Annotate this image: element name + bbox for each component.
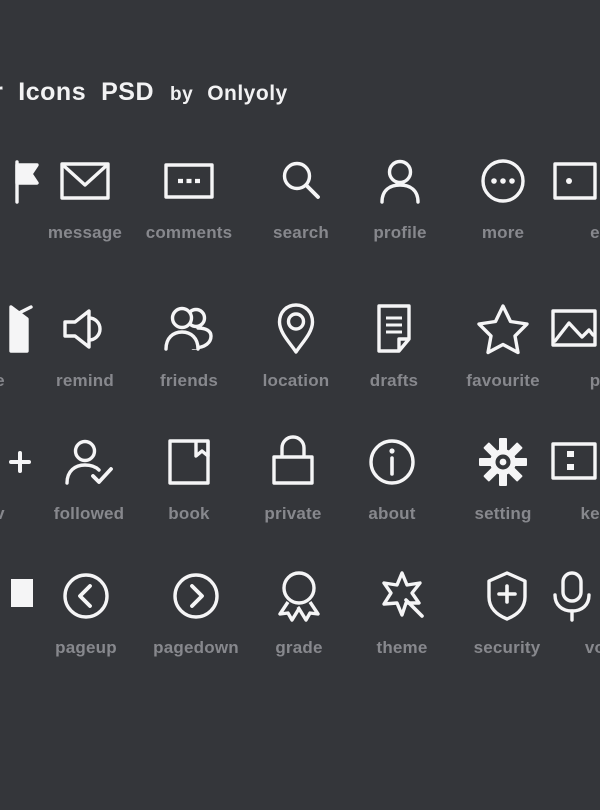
friends-icon bbox=[134, 298, 244, 360]
icon-label: friends bbox=[159, 371, 219, 390]
icon-label: pageup bbox=[55, 638, 117, 657]
icon-cell-comments[interactable]: comments bbox=[134, 150, 244, 243]
icon-cell-private[interactable]: private bbox=[238, 431, 348, 524]
icon-label: vo bbox=[584, 638, 600, 657]
icon-cell-theme[interactable]: theme bbox=[347, 565, 457, 658]
icon-label: pagedown bbox=[153, 638, 239, 657]
icon-label: key bbox=[580, 504, 600, 523]
icon-row: v followed bbox=[0, 431, 600, 566]
icon-row: pageup pagedown grade theme security vo bbox=[0, 565, 600, 700]
icon-cell-drafts[interactable]: drafts bbox=[339, 298, 449, 391]
icon-label: grade bbox=[275, 638, 323, 657]
icon-grid: message comments search profile more e r… bbox=[0, 150, 600, 695]
icon-cell-voice[interactable]: vo bbox=[540, 565, 600, 658]
icon-label: drafts bbox=[369, 371, 419, 390]
icon-cell-profile[interactable]: profile bbox=[345, 150, 455, 243]
icon-cell-pageup[interactable]: pageup bbox=[31, 565, 141, 658]
icon-label: theme bbox=[376, 638, 428, 657]
lock-icon bbox=[238, 431, 348, 493]
picture-icon bbox=[540, 298, 600, 360]
search-icon bbox=[246, 150, 356, 212]
keyboard-icon bbox=[540, 431, 600, 493]
icon-cell-friends[interactable]: friends bbox=[134, 298, 244, 391]
magic-wand-icon bbox=[347, 565, 457, 627]
icon-label: search bbox=[272, 223, 330, 242]
info-circle-icon bbox=[337, 431, 447, 493]
person-check-icon bbox=[34, 431, 144, 493]
profile-icon bbox=[345, 150, 455, 212]
icon-cell-followed[interactable]: followed bbox=[34, 431, 144, 524]
book-icon bbox=[134, 431, 244, 493]
icon-label: remind bbox=[56, 371, 114, 390]
page-title: ulair Icons PSD by Onlyoly bbox=[0, 78, 600, 118]
icon-cell-picture[interactable]: p bbox=[540, 298, 600, 391]
title-word-psd: PSD bbox=[101, 78, 154, 106]
location-pin-icon bbox=[241, 298, 351, 360]
icon-cell-message[interactable]: message bbox=[30, 150, 140, 243]
title-word-by: by bbox=[170, 84, 194, 105]
icon-label: message bbox=[47, 223, 123, 242]
icon-cell-keyboard[interactable]: key bbox=[540, 431, 600, 524]
icon-label: book bbox=[168, 504, 210, 523]
title-product-name: ulair bbox=[0, 78, 3, 107]
chevron-left-circle-icon bbox=[31, 565, 141, 627]
icon-cell-pagedown[interactable]: pagedown bbox=[141, 565, 251, 658]
icon-label: e bbox=[590, 223, 600, 242]
comments-icon bbox=[134, 150, 244, 212]
icon-cell-grade[interactable]: grade bbox=[244, 565, 354, 658]
icon-label: location bbox=[262, 371, 330, 390]
icon-label: about bbox=[368, 504, 416, 523]
icon-cell-book[interactable]: book bbox=[134, 431, 244, 524]
title-author: Onlyoly bbox=[207, 82, 288, 105]
envelope-icon bbox=[30, 150, 140, 212]
icon-label: comments bbox=[145, 223, 233, 242]
medal-icon bbox=[244, 565, 354, 627]
icon-row: e remind bbox=[0, 298, 600, 433]
icon-cell-about[interactable]: about bbox=[337, 431, 447, 524]
icon-label: profile bbox=[373, 223, 427, 242]
microphone-icon bbox=[540, 565, 600, 627]
icon-cell-email-box[interactable]: e bbox=[540, 150, 600, 243]
icon-row: message comments search profile more e bbox=[0, 150, 600, 285]
icon-cell-location[interactable]: location bbox=[241, 298, 351, 391]
chevron-right-circle-icon bbox=[141, 565, 251, 627]
drafts-document-icon bbox=[339, 298, 449, 360]
email-box-icon bbox=[540, 150, 600, 212]
icon-label: followed bbox=[53, 504, 125, 523]
icon-set-preview-page: ulair Icons PSD by Onlyoly bbox=[0, 0, 600, 810]
speaker-icon bbox=[30, 298, 140, 360]
icon-cell-remind[interactable]: remind bbox=[30, 298, 140, 391]
icon-label: p bbox=[589, 371, 600, 390]
title-word-icons: Icons bbox=[18, 78, 87, 106]
icon-cell-search[interactable]: search bbox=[246, 150, 356, 243]
icon-label: private bbox=[264, 504, 322, 523]
